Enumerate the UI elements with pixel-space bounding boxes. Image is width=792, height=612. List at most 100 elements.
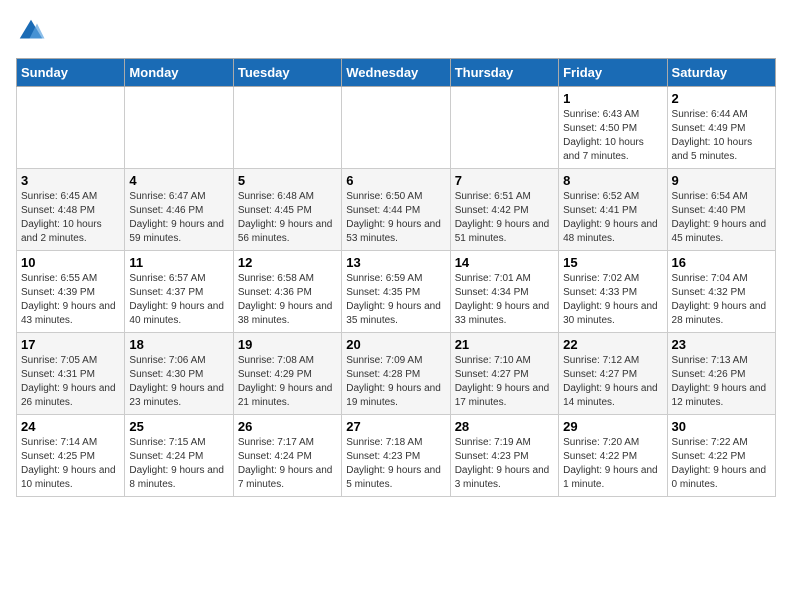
day-number: 24	[21, 419, 120, 434]
calendar-cell: 7 Sunrise: 6:51 AMSunset: 4:42 PMDaylight…	[450, 169, 558, 251]
day-info: Sunrise: 7:06 AMSunset: 4:30 PMDaylight:…	[129, 354, 228, 410]
day-info: Sunrise: 7:08 AMSunset: 4:29 PMDaylight:…	[238, 354, 337, 410]
calendar-cell: 17 Sunrise: 7:05 AMSunset: 4:31 PMDayligh…	[17, 333, 125, 415]
day-number: 23	[672, 337, 771, 352]
day-number: 21	[455, 337, 554, 352]
calendar-cell: 9 Sunrise: 6:54 AMSunset: 4:40 PMDaylight…	[667, 169, 775, 251]
day-number: 1	[563, 91, 662, 106]
calendar-cell: 10Sunrise: 6:55 AMSunset: 4:39 PMDayligh…	[17, 251, 125, 333]
day-number: 11	[129, 255, 228, 270]
calendar-cell: 22 Sunrise: 7:12 AMSunset: 4:27 PMDayligh…	[559, 333, 667, 415]
day-info: Sunrise: 6:51 AMSunset: 4:42 PMDaylight:…	[455, 190, 554, 246]
day-info: Sunrise: 7:14 AMSunset: 4:25 PMDaylight:…	[21, 436, 120, 492]
day-info: Sunrise: 6:50 AMSunset: 4:44 PMDaylight:…	[346, 190, 445, 246]
calendar-cell: 12 Sunrise: 6:58 AMSunset: 4:36 PMDayligh…	[233, 251, 341, 333]
day-number: 22	[563, 337, 662, 352]
calendar-cell: 16Sunrise: 7:04 AMSunset: 4:32 PMDayligh…	[667, 251, 775, 333]
calendar-cell: 18 Sunrise: 7:06 AMSunset: 4:30 PMDayligh…	[125, 333, 233, 415]
day-info: Sunrise: 7:13 AMSunset: 4:26 PMDaylight:…	[672, 354, 771, 410]
day-number: 4	[129, 173, 228, 188]
day-number: 14	[455, 255, 554, 270]
calendar-cell: 30 Sunrise: 7:22 AMSunset: 4:22 PMDayligh…	[667, 415, 775, 497]
day-number: 6	[346, 173, 445, 188]
day-info: Sunrise: 6:57 AMSunset: 4:37 PMDaylight:…	[129, 272, 228, 328]
calendar-cell: 26 Sunrise: 7:17 AMSunset: 4:24 PMDayligh…	[233, 415, 341, 497]
day-number: 5	[238, 173, 337, 188]
day-number: 15	[563, 255, 662, 270]
day-number: 7	[455, 173, 554, 188]
day-number: 12	[238, 255, 337, 270]
page-header	[16, 16, 776, 46]
day-info: Sunrise: 7:17 AMSunset: 4:24 PMDaylight:…	[238, 436, 337, 492]
calendar-cell	[233, 87, 341, 169]
day-header-sunday: Sunday	[17, 59, 125, 87]
day-header-tuesday: Tuesday	[233, 59, 341, 87]
day-number: 9	[672, 173, 771, 188]
calendar-cell: 15 Sunrise: 7:02 AMSunset: 4:33 PMDayligh…	[559, 251, 667, 333]
calendar-cell	[342, 87, 450, 169]
calendar-week-2: 3 Sunrise: 6:45 AMSunset: 4:48 PMDaylight…	[17, 169, 776, 251]
calendar-cell: 19 Sunrise: 7:08 AMSunset: 4:29 PMDayligh…	[233, 333, 341, 415]
day-info: Sunrise: 7:22 AMSunset: 4:22 PMDaylight:…	[672, 436, 771, 492]
day-number: 8	[563, 173, 662, 188]
calendar-cell: 13Sunrise: 6:59 AMSunset: 4:35 PMDayligh…	[342, 251, 450, 333]
day-number: 10	[21, 255, 120, 270]
day-info: Sunrise: 6:59 AMSunset: 4:35 PMDaylight:…	[346, 272, 445, 328]
day-info: Sunrise: 7:12 AMSunset: 4:27 PMDaylight:…	[563, 354, 662, 410]
day-header-saturday: Saturday	[667, 59, 775, 87]
day-number: 30	[672, 419, 771, 434]
calendar-cell: 11 Sunrise: 6:57 AMSunset: 4:37 PMDayligh…	[125, 251, 233, 333]
day-number: 3	[21, 173, 120, 188]
calendar-cell: 3 Sunrise: 6:45 AMSunset: 4:48 PMDaylight…	[17, 169, 125, 251]
calendar-cell: 1Sunrise: 6:43 AMSunset: 4:50 PMDaylight…	[559, 87, 667, 169]
day-number: 18	[129, 337, 228, 352]
day-info: Sunrise: 6:45 AMSunset: 4:48 PMDaylight:…	[21, 190, 120, 246]
calendar-cell: 24 Sunrise: 7:14 AMSunset: 4:25 PMDayligh…	[17, 415, 125, 497]
calendar-cell: 25Sunrise: 7:15 AMSunset: 4:24 PMDayligh…	[125, 415, 233, 497]
calendar-cell	[450, 87, 558, 169]
day-number: 26	[238, 419, 337, 434]
day-info: Sunrise: 6:52 AMSunset: 4:41 PMDaylight:…	[563, 190, 662, 246]
day-info: Sunrise: 7:20 AMSunset: 4:22 PMDaylight:…	[563, 436, 662, 492]
day-number: 28	[455, 419, 554, 434]
day-info: Sunrise: 7:18 AMSunset: 4:23 PMDaylight:…	[346, 436, 445, 492]
day-info: Sunrise: 7:01 AMSunset: 4:34 PMDaylight:…	[455, 272, 554, 328]
calendar-cell: 21 Sunrise: 7:10 AMSunset: 4:27 PMDayligh…	[450, 333, 558, 415]
calendar-cell: 6 Sunrise: 6:50 AMSunset: 4:44 PMDaylight…	[342, 169, 450, 251]
day-info: Sunrise: 7:05 AMSunset: 4:31 PMDaylight:…	[21, 354, 120, 410]
calendar-cell: 14 Sunrise: 7:01 AMSunset: 4:34 PMDayligh…	[450, 251, 558, 333]
calendar-cell: 23 Sunrise: 7:13 AMSunset: 4:26 PMDayligh…	[667, 333, 775, 415]
calendar-cell: 28 Sunrise: 7:19 AMSunset: 4:23 PMDayligh…	[450, 415, 558, 497]
logo-icon	[16, 16, 46, 46]
calendar-week-5: 24 Sunrise: 7:14 AMSunset: 4:25 PMDayligh…	[17, 415, 776, 497]
day-number: 20	[346, 337, 445, 352]
day-info: Sunrise: 7:02 AMSunset: 4:33 PMDaylight:…	[563, 272, 662, 328]
day-header-wednesday: Wednesday	[342, 59, 450, 87]
calendar-cell: 5 Sunrise: 6:48 AMSunset: 4:45 PMDaylight…	[233, 169, 341, 251]
day-number: 25	[129, 419, 228, 434]
calendar-table: SundayMondayTuesdayWednesdayThursdayFrid…	[16, 58, 776, 497]
calendar-cell: 27 Sunrise: 7:18 AMSunset: 4:23 PMDayligh…	[342, 415, 450, 497]
day-info: Sunrise: 6:44 AMSunset: 4:49 PMDaylight:…	[672, 108, 771, 164]
day-number: 19	[238, 337, 337, 352]
day-info: Sunrise: 6:58 AMSunset: 4:36 PMDaylight:…	[238, 272, 337, 328]
day-number: 16	[672, 255, 771, 270]
logo	[16, 16, 50, 46]
day-number: 17	[21, 337, 120, 352]
calendar-cell: 20Sunrise: 7:09 AMSunset: 4:28 PMDayligh…	[342, 333, 450, 415]
calendar-cell: 2 Sunrise: 6:44 AMSunset: 4:49 PMDaylight…	[667, 87, 775, 169]
day-info: Sunrise: 6:47 AMSunset: 4:46 PMDaylight:…	[129, 190, 228, 246]
calendar-week-1: 1Sunrise: 6:43 AMSunset: 4:50 PMDaylight…	[17, 87, 776, 169]
day-info: Sunrise: 6:54 AMSunset: 4:40 PMDaylight:…	[672, 190, 771, 246]
day-info: Sunrise: 7:19 AMSunset: 4:23 PMDaylight:…	[455, 436, 554, 492]
day-number: 2	[672, 91, 771, 106]
calendar-cell: 29 Sunrise: 7:20 AMSunset: 4:22 PMDayligh…	[559, 415, 667, 497]
day-info: Sunrise: 7:10 AMSunset: 4:27 PMDaylight:…	[455, 354, 554, 410]
day-info: Sunrise: 6:48 AMSunset: 4:45 PMDaylight:…	[238, 190, 337, 246]
day-number: 29	[563, 419, 662, 434]
calendar-cell: 4 Sunrise: 6:47 AMSunset: 4:46 PMDaylight…	[125, 169, 233, 251]
calendar-header-row: SundayMondayTuesdayWednesdayThursdayFrid…	[17, 59, 776, 87]
day-number: 27	[346, 419, 445, 434]
calendar-week-3: 10Sunrise: 6:55 AMSunset: 4:39 PMDayligh…	[17, 251, 776, 333]
calendar-cell	[17, 87, 125, 169]
